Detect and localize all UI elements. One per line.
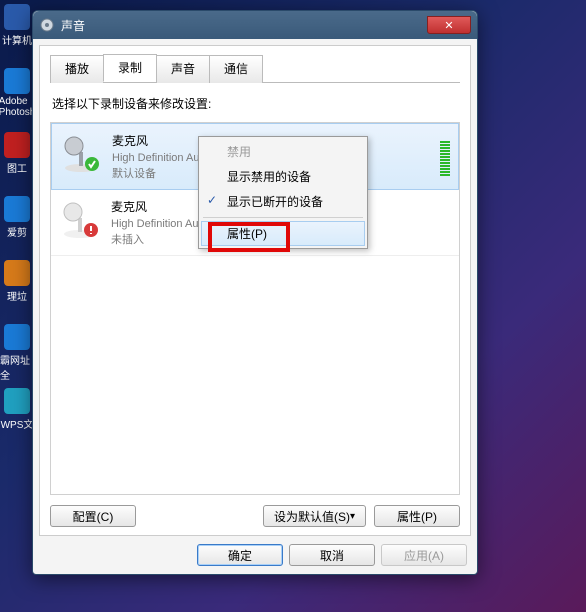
menu-show-disabled[interactable]: 显示禁用的设备: [201, 164, 365, 189]
tab-communications[interactable]: 通信: [209, 55, 263, 83]
apply-button[interactable]: 应用(A): [381, 544, 467, 566]
set-default-button[interactable]: 设为默认值(S): [263, 505, 366, 527]
microphone-icon: [59, 198, 101, 240]
close-icon: ✕: [444, 19, 453, 32]
sound-dialog: 声音 ✕ 播放 录制 声音 通信 选择以下录制设备来修改设置:: [32, 10, 478, 575]
menu-separator: [203, 217, 363, 218]
ok-button[interactable]: 确定: [197, 544, 283, 566]
desktop-label: Adobe Photosh: [0, 96, 35, 118]
level-meter: [440, 132, 450, 176]
window-title: 声音: [61, 17, 85, 34]
desktop-label: 爱剪: [7, 224, 27, 239]
tab-sounds[interactable]: 声音: [156, 55, 210, 83]
desktop-label: 计算机: [2, 32, 32, 47]
desktop-label: 图工: [7, 160, 27, 175]
titlebar[interactable]: 声音 ✕: [33, 11, 477, 39]
context-menu: 禁用 显示禁用的设备 显示已断开的设备 属性(P): [198, 136, 368, 249]
tabs: 播放 录制 声音 通信: [50, 54, 460, 83]
speaker-icon: [39, 17, 55, 33]
menu-properties[interactable]: 属性(P): [201, 221, 365, 246]
desktop-label: 霸网址 全: [0, 352, 34, 382]
configure-button[interactable]: 配置(C): [50, 505, 136, 527]
instruction-text: 选择以下录制设备来修改设置:: [50, 83, 460, 122]
cancel-button[interactable]: 取消: [289, 544, 375, 566]
properties-button[interactable]: 属性(P): [374, 505, 460, 527]
tab-playback[interactable]: 播放: [50, 55, 104, 83]
desktop-label: WPS文: [1, 416, 34, 431]
close-button[interactable]: ✕: [427, 16, 471, 34]
desktop-label: 理垃: [7, 288, 27, 303]
microphone-icon: [60, 132, 102, 174]
tab-recording[interactable]: 录制: [103, 54, 157, 82]
menu-disable[interactable]: 禁用: [201, 139, 365, 164]
menu-show-disconnected[interactable]: 显示已断开的设备: [201, 189, 365, 214]
